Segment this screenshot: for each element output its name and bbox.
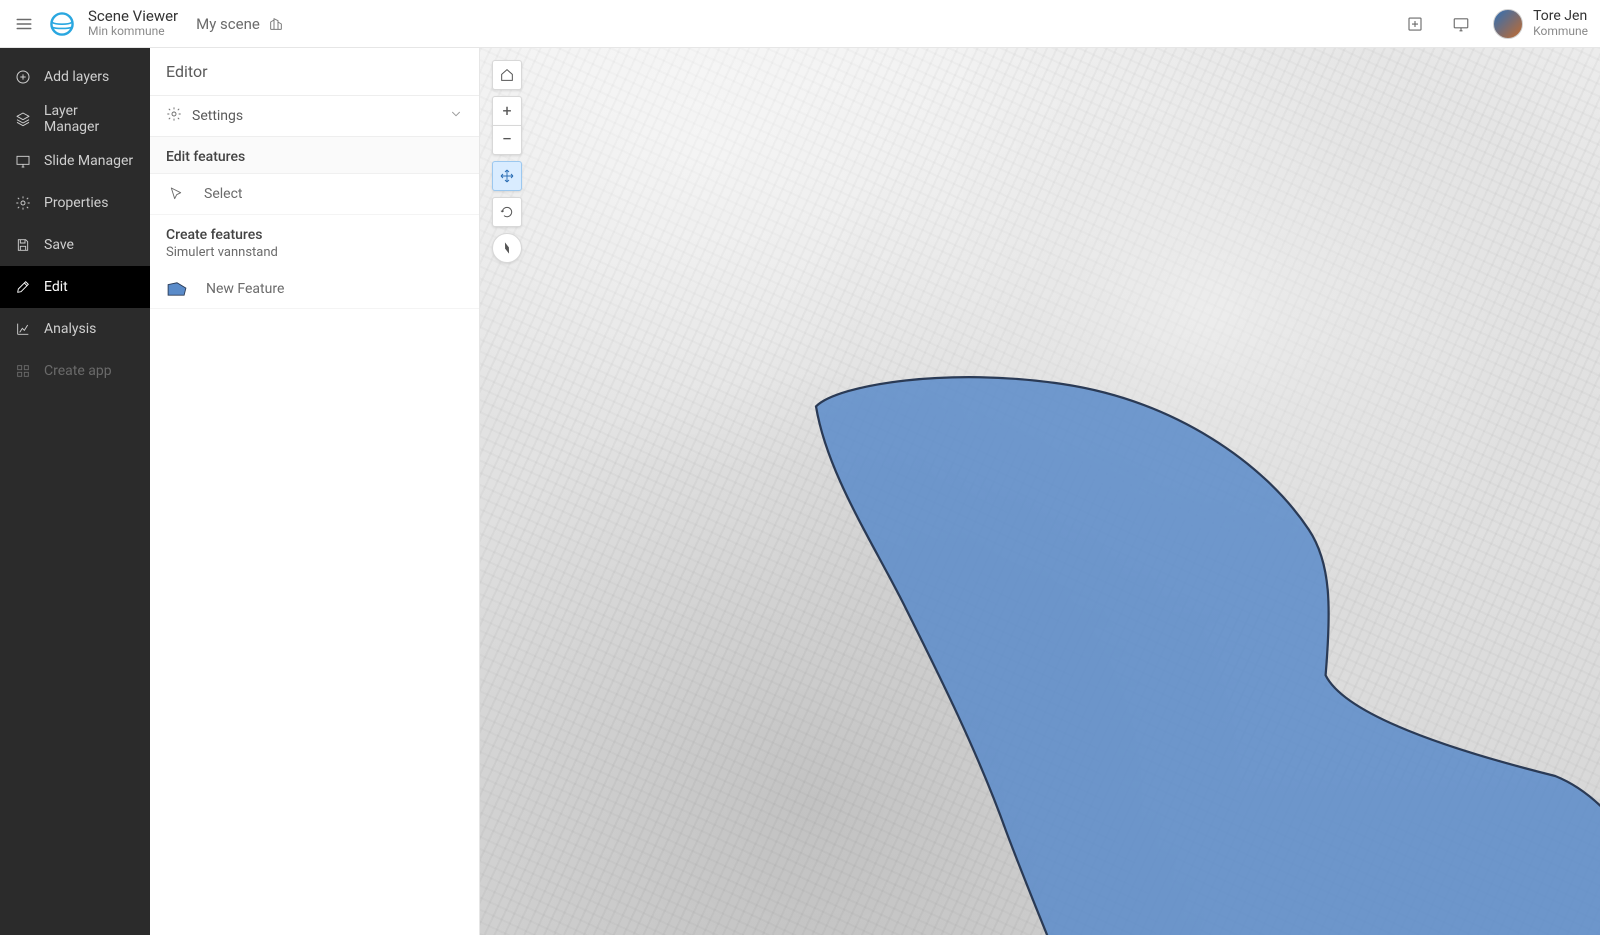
sidebar-item-slide-manager[interactable]: Slide Manager xyxy=(0,140,150,182)
sidebar-item-label: Slide Manager xyxy=(44,153,133,169)
polygon-icon xyxy=(166,280,188,298)
sidebar-item-properties[interactable]: Properties xyxy=(0,182,150,224)
editor-title: Editor xyxy=(150,48,479,96)
editor-panel: Editor Settings Edit features Select Cre… xyxy=(150,48,480,935)
sidebar-item-label: Save xyxy=(44,237,74,253)
editor-select-label: Select xyxy=(204,186,242,202)
create-features-heading: Create features xyxy=(150,215,479,245)
grid-icon xyxy=(14,362,32,380)
pencil-icon xyxy=(14,278,32,296)
editor-select-tool[interactable]: Select xyxy=(150,174,479,215)
app-title: Scene Viewer xyxy=(88,8,178,25)
menu-toggle-button[interactable] xyxy=(8,8,40,40)
new-feature-label: New Feature xyxy=(206,281,284,297)
plus-square-icon xyxy=(1406,15,1424,33)
plus-icon: + xyxy=(502,103,511,119)
header-actions: Tore Jen Kommune xyxy=(1401,9,1588,39)
add-button[interactable] xyxy=(1401,10,1429,38)
app-logo-icon xyxy=(48,10,76,38)
map-zoom-in-button[interactable]: + xyxy=(492,96,522,126)
home-icon xyxy=(499,67,515,83)
sidebar-item-analysis[interactable]: Analysis xyxy=(0,308,150,350)
layers-icon xyxy=(14,110,32,128)
app-title-block: Scene Viewer Min kommune xyxy=(88,8,178,39)
main-sidebar: Add layers Layer Manager Slide Manager P… xyxy=(0,48,150,935)
presentation-icon xyxy=(1452,15,1470,33)
map-rotate-button[interactable] xyxy=(492,197,522,227)
user-name: Tore Jen xyxy=(1533,9,1588,24)
app-header: Scene Viewer Min kommune My scene Tore J… xyxy=(0,0,1600,48)
rotate-icon xyxy=(499,204,515,220)
compass-icon xyxy=(499,240,515,256)
new-feature-template[interactable]: New Feature xyxy=(150,270,479,309)
gear-icon xyxy=(14,194,32,212)
chevron-down-icon xyxy=(449,107,463,125)
scene-viewport[interactable]: + − xyxy=(480,48,1600,935)
user-menu[interactable]: Tore Jen Kommune xyxy=(1493,9,1588,39)
chart-icon xyxy=(14,320,32,338)
save-icon xyxy=(14,236,32,254)
map-pan-button[interactable] xyxy=(492,161,522,191)
buildings-icon xyxy=(268,16,284,32)
presentation-icon xyxy=(14,152,32,170)
pan-icon xyxy=(499,168,515,184)
minus-icon: − xyxy=(502,131,512,149)
sidebar-item-label: Properties xyxy=(44,195,108,211)
editor-settings-label: Settings xyxy=(192,108,243,124)
sidebar-item-create-app: Create app xyxy=(0,350,150,392)
sidebar-item-save[interactable]: Save xyxy=(0,224,150,266)
hamburger-icon xyxy=(15,15,33,33)
sidebar-item-label: Edit xyxy=(44,279,68,295)
sidebar-item-layer-manager[interactable]: Layer Manager xyxy=(0,98,150,140)
editor-settings-toggle[interactable]: Settings xyxy=(150,96,479,137)
map-home-button[interactable] xyxy=(492,60,522,90)
map-controls: + − xyxy=(492,60,522,263)
sidebar-item-label: Create app xyxy=(44,363,112,379)
sidebar-item-label: Add layers xyxy=(44,69,109,85)
terrain-background xyxy=(480,48,1600,935)
cursor-icon xyxy=(166,184,186,204)
scene-name-button[interactable]: My scene xyxy=(196,15,284,33)
sidebar-item-edit[interactable]: Edit xyxy=(0,266,150,308)
scene-name-label: My scene xyxy=(196,15,260,33)
create-features-layer-name: Simulert vannstand xyxy=(150,245,479,270)
sidebar-item-label: Analysis xyxy=(44,321,96,337)
gear-icon xyxy=(166,106,182,126)
map-compass-button[interactable] xyxy=(492,233,522,263)
sidebar-item-add-layers[interactable]: Add layers xyxy=(0,56,150,98)
plus-circle-icon xyxy=(14,68,32,86)
map-zoom-out-button[interactable]: − xyxy=(492,125,522,155)
app-org: Min kommune xyxy=(88,25,178,39)
user-org: Kommune xyxy=(1533,25,1588,38)
edit-features-heading: Edit features xyxy=(150,137,479,174)
present-button[interactable] xyxy=(1447,10,1475,38)
avatar xyxy=(1493,9,1523,39)
sidebar-item-label: Layer Manager xyxy=(44,103,136,135)
